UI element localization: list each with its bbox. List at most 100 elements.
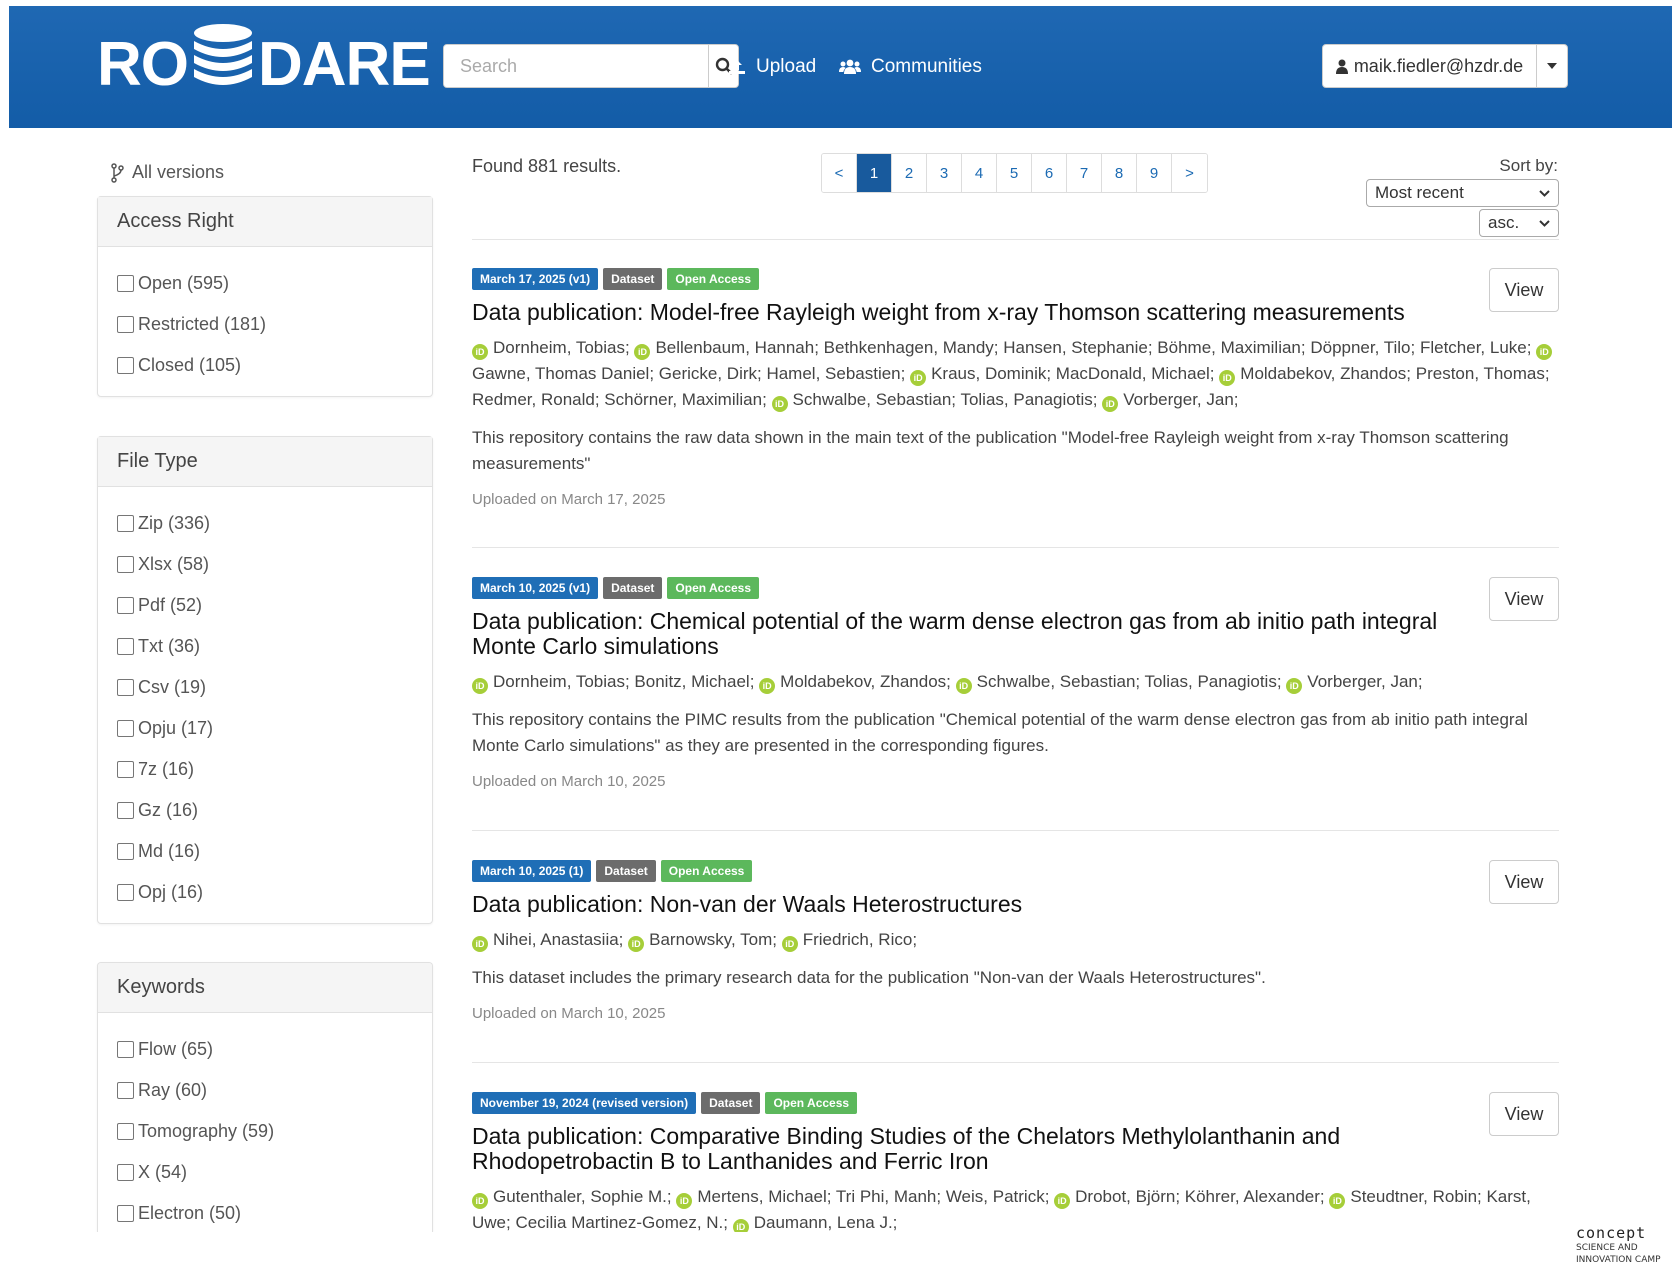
record-title-link[interactable]: Data publication: Non-van der Waals Hete… bbox=[472, 892, 1472, 917]
facet-list: Flow (65) Ray (60) Tomography (59) X (54) El… bbox=[98, 1013, 432, 1232]
facet-keywords: Keywords Flow (65) Ray (60) Tomography (59… bbox=[97, 962, 433, 1232]
sort-value: Most recent bbox=[1375, 183, 1464, 202]
rodare-logo[interactable]: RO DARE bbox=[97, 23, 431, 104]
facet-checkbox[interactable] bbox=[117, 556, 134, 573]
orcid-icon[interactable]: iD bbox=[472, 936, 488, 952]
orcid-icon[interactable]: iD bbox=[771, 396, 788, 412]
page-8[interactable]: 8 bbox=[1102, 154, 1137, 192]
facet-list: Open (595) Restricted (181) Closed (105) bbox=[98, 247, 432, 396]
facet-option[interactable]: Electron (50) bbox=[117, 1193, 413, 1232]
page-1[interactable]: 1 bbox=[857, 154, 892, 192]
facet-checkbox[interactable] bbox=[117, 843, 134, 860]
orcid-icon[interactable]: iD bbox=[676, 1193, 693, 1209]
view-button[interactable]: View bbox=[1489, 1092, 1559, 1136]
all-versions-link[interactable]: All versions bbox=[110, 162, 224, 183]
record-badges: March 17, 2025 (v1) Dataset Open Access bbox=[472, 268, 1559, 290]
facet-option-label: Ray (60) bbox=[138, 1080, 208, 1100]
page-3[interactable]: 3 bbox=[927, 154, 962, 192]
upload-date: Uploaded on March 17, 2025 bbox=[472, 491, 666, 508]
orcid-icon[interactable]: iD bbox=[1054, 1193, 1071, 1209]
page-9[interactable]: 9 bbox=[1137, 154, 1172, 192]
facet-option-label: Gz (16) bbox=[138, 800, 199, 820]
view-button[interactable]: View bbox=[1489, 268, 1559, 312]
author-text: Vorberger, Jan; bbox=[1123, 390, 1239, 409]
orcid-icon[interactable]: iD bbox=[1219, 370, 1236, 386]
author-text: Gawne, Thomas Daniel; Gericke, Dirk; Ham… bbox=[472, 364, 906, 383]
facet-checkbox[interactable] bbox=[117, 1041, 134, 1058]
facet-checkbox[interactable] bbox=[117, 515, 134, 532]
user-menu-button[interactable]: maik.fiedler@hzdr.de bbox=[1323, 45, 1537, 87]
search-input[interactable] bbox=[444, 45, 708, 87]
sort-select[interactable]: Most recent bbox=[1366, 179, 1559, 207]
facet-option[interactable]: X (54) bbox=[117, 1152, 413, 1193]
record-title-link[interactable]: Data publication: Chemical potential of … bbox=[472, 609, 1472, 659]
facet-checkbox[interactable] bbox=[117, 761, 134, 778]
facet-option[interactable]: Csv (19) bbox=[117, 667, 413, 708]
record-authors: iD Nihei, Anastasiia; iD Barnowsky, Tom; i… bbox=[472, 927, 1559, 953]
facet-option[interactable]: Txt (36) bbox=[117, 626, 413, 667]
facet-checkbox[interactable] bbox=[117, 720, 134, 737]
orcid-icon[interactable]: iD bbox=[1102, 396, 1119, 412]
facet-checkbox[interactable] bbox=[117, 802, 134, 819]
facet-checkbox[interactable] bbox=[117, 1205, 134, 1222]
facet-checkbox[interactable] bbox=[117, 1123, 134, 1140]
user-menu-toggle[interactable] bbox=[1537, 45, 1567, 87]
facet-option[interactable]: Xlsx (58) bbox=[117, 544, 413, 585]
page-4[interactable]: 4 bbox=[962, 154, 997, 192]
facet-option[interactable]: Open (595) bbox=[117, 263, 413, 304]
facet-option-label: Tomography (59) bbox=[138, 1121, 275, 1141]
facet-option[interactable]: Flow (65) bbox=[117, 1029, 413, 1070]
facet-option[interactable]: Closed (105) bbox=[117, 345, 413, 386]
orcid-icon[interactable]: iD bbox=[472, 1193, 488, 1209]
facet-option[interactable]: Md (16) bbox=[117, 831, 413, 872]
facet-option[interactable]: Restricted (181) bbox=[117, 304, 413, 345]
facet-checkbox[interactable] bbox=[117, 275, 134, 292]
orcid-icon[interactable]: iD bbox=[472, 678, 488, 694]
facet-option-label: Pdf (52) bbox=[138, 595, 203, 615]
resource-type-badge: Dataset bbox=[603, 268, 663, 290]
page-7[interactable]: 7 bbox=[1067, 154, 1102, 192]
orcid-icon[interactable]: iD bbox=[1286, 678, 1303, 694]
facet-checkbox[interactable] bbox=[117, 357, 134, 374]
upload-icon bbox=[729, 60, 745, 74]
page-2[interactable]: 2 bbox=[892, 154, 927, 192]
orcid-icon[interactable]: iD bbox=[955, 678, 972, 694]
page-5[interactable]: 5 bbox=[997, 154, 1032, 192]
facet-checkbox[interactable] bbox=[117, 597, 134, 614]
orcid-icon[interactable]: iD bbox=[759, 678, 776, 694]
orcid-icon[interactable]: iD bbox=[628, 936, 645, 952]
facet-checkbox[interactable] bbox=[117, 1082, 134, 1099]
facet-option[interactable]: Zip (336) bbox=[117, 503, 413, 544]
orcid-icon[interactable]: iD bbox=[781, 936, 798, 952]
facet-option-label: Txt (36) bbox=[138, 636, 201, 656]
orcid-icon[interactable]: iD bbox=[1329, 1193, 1346, 1209]
page-prev[interactable]: < bbox=[822, 154, 857, 192]
page-6[interactable]: 6 bbox=[1032, 154, 1067, 192]
facet-option[interactable]: Ray (60) bbox=[117, 1070, 413, 1111]
page-next[interactable]: > bbox=[1172, 154, 1207, 192]
view-button[interactable]: View bbox=[1489, 860, 1559, 904]
orcid-icon[interactable]: iD bbox=[472, 344, 488, 360]
facet-option[interactable]: Opj (16) bbox=[117, 872, 413, 913]
record-item: March 10, 2025 (1) Dataset Open Access D… bbox=[472, 860, 1559, 1022]
facet-option[interactable]: Opju (17) bbox=[117, 708, 413, 749]
facet-checkbox[interactable] bbox=[117, 316, 134, 333]
facet-option[interactable]: 7z (16) bbox=[117, 749, 413, 790]
view-button[interactable]: View bbox=[1489, 577, 1559, 621]
facet-checkbox[interactable] bbox=[117, 679, 134, 696]
record-title-link[interactable]: Data publication: Comparative Binding St… bbox=[472, 1124, 1472, 1174]
upload-link[interactable]: Upload bbox=[728, 56, 816, 78]
communities-link[interactable]: Communities bbox=[839, 56, 982, 78]
order-select[interactable]: asc. bbox=[1479, 209, 1559, 237]
all-versions-label: All versions bbox=[132, 162, 225, 182]
orcid-icon[interactable]: iD bbox=[1536, 344, 1553, 360]
facet-checkbox[interactable] bbox=[117, 1164, 134, 1181]
facet-option[interactable]: Gz (16) bbox=[117, 790, 413, 831]
facet-option[interactable]: Tomography (59) bbox=[117, 1111, 413, 1152]
orcid-icon[interactable]: iD bbox=[910, 370, 927, 386]
facet-checkbox[interactable] bbox=[117, 884, 134, 901]
facet-checkbox[interactable] bbox=[117, 638, 134, 655]
facet-option[interactable]: Pdf (52) bbox=[117, 585, 413, 626]
record-title-link[interactable]: Data publication: Model-free Rayleigh we… bbox=[472, 300, 1472, 325]
orcid-icon[interactable]: iD bbox=[634, 344, 651, 360]
